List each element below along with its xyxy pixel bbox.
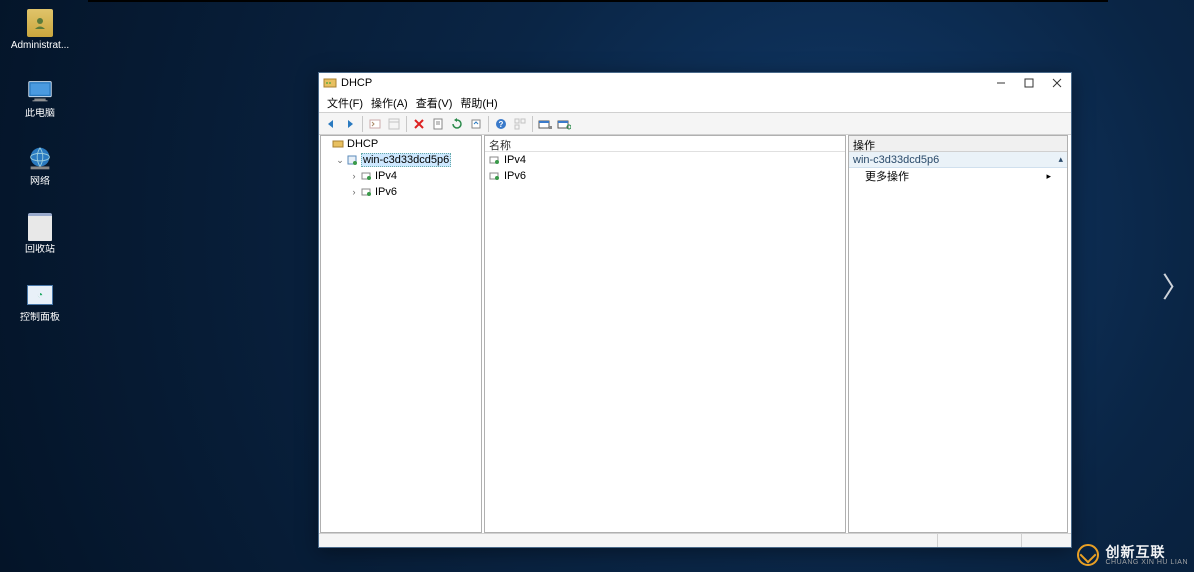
expand-icon[interactable]: ›: [349, 171, 359, 181]
scope-button-2[interactable]: [555, 115, 573, 133]
collapse-icon[interactable]: ⌄: [335, 155, 345, 166]
statusbar: [319, 533, 1071, 547]
tree-node-dhcp[interactable]: DHCP: [321, 136, 481, 152]
show-hide-button: [385, 115, 403, 133]
menu-view[interactable]: 查看(V): [412, 94, 457, 112]
scope-button-1[interactable]: [536, 115, 554, 133]
chevron-right-icon: ▸: [1046, 171, 1051, 182]
statusbar-cell: [1022, 534, 1071, 547]
watermark-subtitle: CHUANG XIN HU LIAN: [1105, 559, 1188, 566]
actions-more-label: 更多操作: [865, 168, 909, 184]
list-header[interactable]: 名称: [485, 136, 845, 152]
tree-node-ipv6[interactable]: › IPv6: [321, 184, 481, 200]
desktop-icon-label: 网络: [30, 176, 50, 188]
desktop-icon-thispc[interactable]: 此电脑: [0, 74, 80, 120]
desktop-icon-network[interactable]: 网络: [0, 142, 80, 188]
ipv6-icon: [359, 185, 373, 199]
actions-header: 操作: [849, 136, 1067, 152]
list-row-ipv4[interactable]: IPv4: [485, 152, 845, 168]
tree-node-server[interactable]: ⌄ win-c3d33dcd5p6: [321, 152, 481, 168]
list-row-ipv6[interactable]: IPv6: [485, 168, 845, 184]
maximize-button[interactable]: [1015, 73, 1043, 93]
top-black-bar: [88, 0, 1108, 2]
menu-action[interactable]: 操作(A): [367, 94, 412, 112]
recycle-bin-icon: [23, 210, 57, 244]
delete-button[interactable]: [410, 115, 428, 133]
help-button[interactable]: ?: [492, 115, 510, 133]
properties-button[interactable]: [429, 115, 447, 133]
actions-group-label: win-c3d33dcd5p6: [853, 154, 939, 166]
server-icon: [345, 153, 359, 167]
svg-text:?: ?: [499, 120, 504, 129]
back-button[interactable]: [322, 115, 340, 133]
desktop-icon-label: Administrat...: [11, 40, 69, 52]
tree-node-label: win-c3d33dcd5p6: [361, 153, 451, 167]
tree-node-label: IPv6: [375, 186, 397, 198]
desktop-icon-administrator[interactable]: Administrat...: [0, 6, 80, 52]
lightbox-next-arrow[interactable]: 〉: [1162, 266, 1190, 306]
export-button[interactable]: [467, 115, 485, 133]
toolbar: ?: [319, 113, 1071, 135]
watermark-logo-icon: [1077, 544, 1099, 566]
control-panel-icon: ◔: [23, 278, 57, 312]
tree-node-label: DHCP: [347, 138, 378, 150]
close-button[interactable]: [1043, 73, 1071, 93]
desktop-icon-label: 此电脑: [25, 108, 55, 120]
menubar: 文件(F) 操作(A) 查看(V) 帮助(H): [319, 93, 1071, 113]
desktop-icon-recyclebin[interactable]: 回收站: [0, 210, 80, 256]
dhcp-root-icon: [331, 137, 345, 151]
actions-more[interactable]: 更多操作 ▸: [849, 168, 1067, 184]
dhcp-window: DHCP 文件(F) 操作(A) 查看(V) 帮助(H) ?: [318, 72, 1072, 548]
tree-node-ipv4[interactable]: › IPv4: [321, 168, 481, 184]
add-button[interactable]: [366, 115, 384, 133]
list-panel[interactable]: 名称 IPv4 IPv6: [484, 135, 846, 533]
chevron-up-icon[interactable]: ▴: [1058, 154, 1063, 165]
watermark: 创新互联 CHUANG XIN HU LIAN: [1077, 544, 1188, 566]
actions-panel: 操作 win-c3d33dcd5p6 ▴ 更多操作 ▸: [848, 135, 1068, 533]
statusbar-cell: [319, 534, 938, 547]
ipv4-icon: [359, 169, 373, 183]
content-area: DHCP ⌄ win-c3d33dcd5p6 › IPv4 › IPv6 名称: [319, 135, 1071, 533]
expand-icon[interactable]: ›: [349, 187, 359, 197]
toolbar-separator: [488, 116, 489, 132]
forward-button[interactable]: [341, 115, 359, 133]
tree-node-label: IPv4: [375, 170, 397, 182]
computer-icon: [23, 74, 57, 108]
desktop-icon-controlpanel[interactable]: ◔ 控制面板: [0, 278, 80, 324]
window-title: DHCP: [341, 77, 372, 89]
minimize-button[interactable]: [987, 73, 1015, 93]
tile-button: [511, 115, 529, 133]
menu-help[interactable]: 帮助(H): [456, 94, 501, 112]
list-item-label: IPv6: [504, 170, 526, 182]
toolbar-separator: [532, 116, 533, 132]
tree-panel[interactable]: DHCP ⌄ win-c3d33dcd5p6 › IPv4 › IPv6: [320, 135, 482, 533]
ipv6-icon: [487, 169, 501, 183]
watermark-title: 创新互联: [1105, 545, 1188, 559]
statusbar-cell: [938, 534, 1021, 547]
menu-file[interactable]: 文件(F): [323, 94, 367, 112]
user-folder-icon: [23, 6, 57, 40]
desktop-icon-label: 控制面板: [20, 312, 60, 324]
network-icon: [23, 142, 57, 176]
column-name[interactable]: 名称: [489, 137, 511, 150]
desktop: Administrat... 此电脑 网络 回收站 ◔ 控制面板: [0, 2, 90, 324]
ipv4-icon: [487, 153, 501, 167]
desktop-icon-label: 回收站: [25, 244, 55, 256]
window-buttons: [987, 73, 1071, 93]
titlebar[interactable]: DHCP: [319, 73, 1071, 93]
list-item-label: IPv4: [504, 154, 526, 166]
toolbar-separator: [406, 116, 407, 132]
refresh-button[interactable]: [448, 115, 466, 133]
dhcp-app-icon: [323, 76, 337, 90]
actions-group[interactable]: win-c3d33dcd5p6 ▴: [849, 152, 1067, 168]
toolbar-separator: [362, 116, 363, 132]
